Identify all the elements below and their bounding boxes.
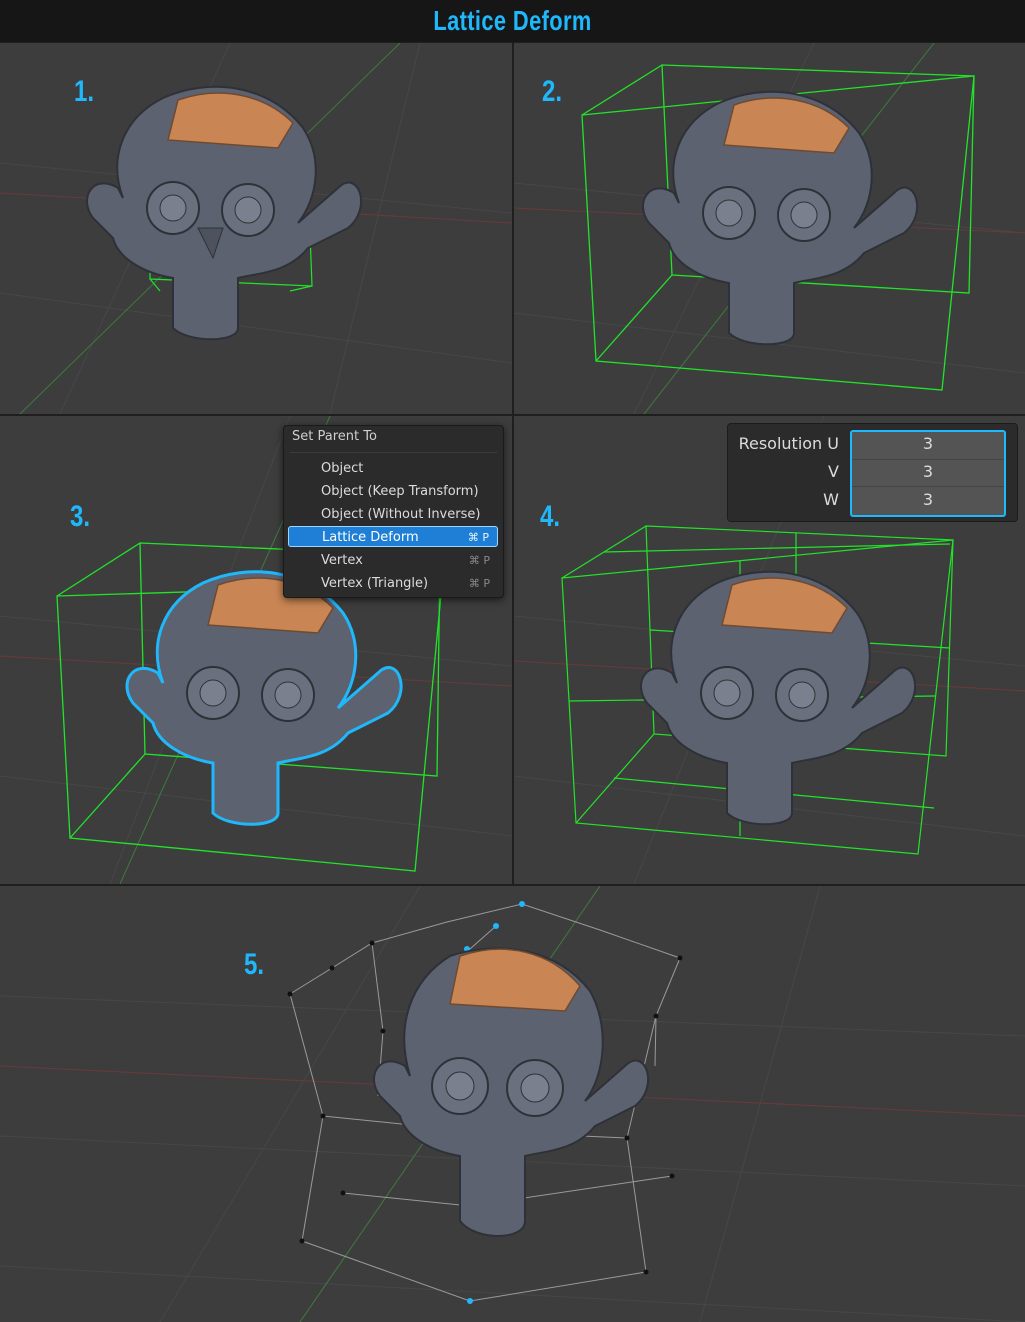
suzanne-mesh (642, 90, 919, 346)
scene-5 (0, 886, 1025, 1322)
set-parent-menu[interactable]: Set Parent To Object Object (Keep Transf… (283, 425, 504, 598)
menu-item-object[interactable]: Object (288, 458, 498, 479)
field-divider (852, 486, 1004, 487)
menu-item-vertex-triangle[interactable]: Vertex (Triangle) ⌘ P (288, 573, 498, 594)
viewport-step-2[interactable]: 2. (514, 43, 1025, 414)
step-number: 5. (244, 948, 265, 981)
menu-separator (290, 452, 497, 453)
suzanne-mesh-deformed (373, 947, 650, 1237)
menu-title: Set Parent To (292, 429, 377, 444)
menu-item-object-keep-transform[interactable]: Object (Keep Transform) (288, 481, 498, 502)
step-number: 3. (70, 500, 91, 533)
viewport-step-5[interactable]: 5. (0, 886, 1025, 1322)
viewport-step-1[interactable]: 1. (0, 43, 512, 414)
scene-2 (514, 43, 1025, 414)
menu-item-object-without-inverse[interactable]: Object (Without Inverse) (288, 504, 498, 525)
resolution-u-label: Resolution U (738, 434, 839, 453)
lattice-resolution-panel: Resolution U V W 3 3 3 (727, 423, 1018, 522)
field-divider (852, 459, 1004, 460)
step-number: 1. (74, 75, 95, 108)
menu-item-vertex[interactable]: Vertex ⌘ P (288, 550, 498, 571)
resolution-w-label: W (823, 490, 839, 509)
suzanne-mesh-selected (125, 570, 403, 826)
resolution-v-label: V (828, 462, 839, 481)
resolution-v-field[interactable]: 3 (850, 462, 1006, 481)
title-bar: Lattice Deform (0, 0, 1025, 42)
step-number: 4. (540, 500, 561, 533)
step-number: 2. (542, 75, 563, 108)
resolution-u-field[interactable]: 3 (850, 434, 1006, 453)
suzanne-mesh (86, 85, 363, 341)
resolution-w-field[interactable]: 3 (850, 490, 1006, 509)
suzanne-mesh (640, 570, 917, 826)
page-title: Lattice Deform (433, 5, 592, 36)
menu-item-lattice-deform[interactable]: Lattice Deform ⌘ P (288, 526, 498, 547)
